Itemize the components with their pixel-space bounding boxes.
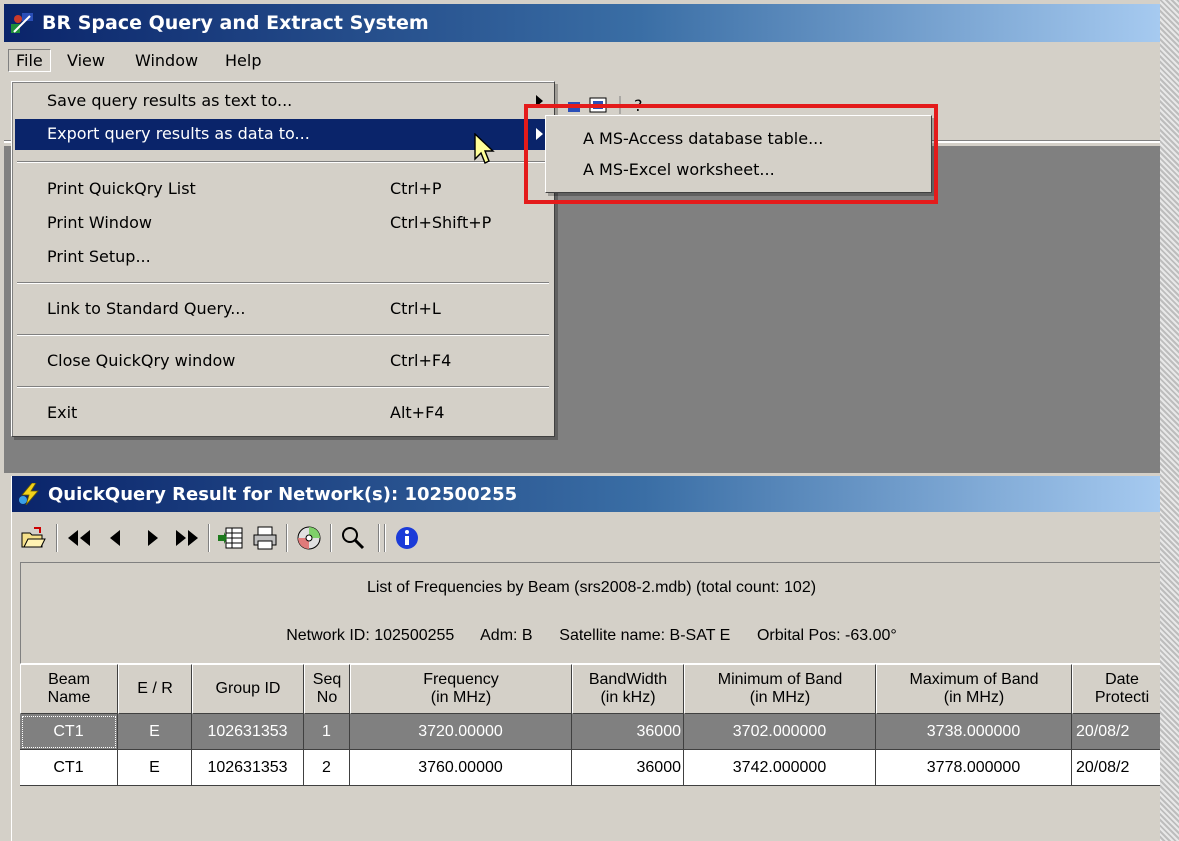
menu-item-close-quickqry[interactable]: Close QuickQry window Ctrl+F4 [15,346,551,377]
menu-view[interactable]: View [60,50,112,71]
menu-item-exit[interactable]: Exit Alt+F4 [15,398,551,429]
open-folder-icon[interactable] [20,525,46,551]
results-info-panel: List of Frequencies by Beam (srs2008-2.m… [20,562,1160,664]
menu-item-print-quickqry-list[interactable]: Print QuickQry List Ctrl+P [15,174,551,205]
cell-group-id[interactable]: 102631353 [192,714,304,750]
menu-item-save-as-text[interactable]: Save query results as text to... [15,86,551,117]
toolbar-separator [378,524,380,552]
column-header[interactable]: Minimum of Band (in MHz) [684,664,876,714]
column-header[interactable]: E / R [118,664,192,714]
cell-bandwidth[interactable]: 36000 [572,714,684,750]
cell-seq-no[interactable]: 1 [304,714,350,750]
menu-item-shortcut: Alt+F4 [390,403,445,422]
lightning-icon [19,483,39,505]
quickquery-title-bar[interactable]: QuickQuery Result for Network(s): 102500… [12,476,1160,512]
menu-item-label: Save query results as text to... [47,91,293,110]
annotation-highlight-box [524,104,938,204]
toolbar-separator [286,524,288,552]
menu-item-export-as-data[interactable]: Export query results as data to... [15,119,551,150]
results-grid[interactable]: Beam Name E / R Group ID Seq No Frequenc… [20,664,1160,841]
quickquery-title: QuickQuery Result for Network(s): 102500… [48,484,518,505]
last-record-icon[interactable] [174,525,200,551]
menu-separator [17,334,549,336]
adm-label: Adm: B [480,627,533,644]
cell-beam-name[interactable]: CT1 [20,714,118,750]
cell-date[interactable]: 20/08/2 [1072,750,1160,786]
toolbar-separator [208,524,210,552]
menu-item-print-window[interactable]: Print Window Ctrl+Shift+P [15,208,551,239]
menu-file[interactable]: File [8,49,51,72]
column-header[interactable]: Group ID [192,664,304,714]
app-satellite-icon [11,13,33,33]
info-icon[interactable] [394,525,420,551]
cell-bandwidth[interactable]: 36000 [572,750,684,786]
list-title: List of Frequencies by Beam (srs2008-2.m… [366,579,817,596]
toolbar-separator [384,524,386,552]
quickquery-toolbar [12,516,1160,560]
export-grid-icon[interactable] [218,525,244,551]
menu-window[interactable]: Window [128,50,205,71]
menu-item-label: Link to Standard Query... [47,299,246,318]
cell-group-id[interactable]: 102631353 [192,750,304,786]
cd-icon[interactable] [296,525,322,551]
column-header[interactable]: Date Protecti [1072,664,1160,714]
cell-e-r[interactable]: E [118,714,192,750]
menu-item-shortcut: Ctrl+Shift+P [390,213,492,232]
menu-item-label: Print Setup... [47,247,151,266]
menu-help[interactable]: Help [218,50,268,71]
cell-min-band[interactable]: 3702.000000 [684,714,876,750]
column-header[interactable]: Frequency (in MHz) [350,664,572,714]
menu-item-shortcut: Ctrl+F4 [390,351,452,370]
window-title: BR Space Query and Extract System [42,12,429,34]
menu-separator [17,386,549,388]
cell-max-band[interactable]: 3778.000000 [876,750,1072,786]
print-icon[interactable] [252,525,278,551]
satellite-name: Satellite name: B-SAT E [559,627,731,644]
column-header[interactable]: Seq No [304,664,350,714]
menu-item-label: Print Window [47,213,152,232]
app-window: BR Space Query and Extract System File V… [0,0,1160,841]
next-record-icon[interactable] [140,525,166,551]
menu-bar: File View Window Help [4,44,1160,78]
menu-item-link-standard-query[interactable]: Link to Standard Query... Ctrl+L [15,294,551,325]
menu-item-shortcut: Ctrl+L [390,299,441,318]
toolbar-separator [330,524,332,552]
cell-max-band[interactable]: 3738.000000 [876,714,1072,750]
network-info-line: Network ID: 102500255 Adm: B Satellite n… [21,627,1160,645]
cell-seq-no[interactable]: 2 [304,750,350,786]
menu-item-shortcut: Ctrl+P [390,179,442,198]
title-bar[interactable]: BR Space Query and Extract System [4,4,1160,42]
cell-e-r[interactable]: E [118,750,192,786]
column-header[interactable]: Maximum of Band (in MHz) [876,664,1072,714]
cell-date[interactable]: 20/08/2 [1072,714,1160,750]
menu-item-label: Export query results as data to... [47,124,310,143]
previous-record-icon[interactable] [104,525,130,551]
menu-item-label: Print QuickQry List [47,179,196,198]
cell-beam-name[interactable]: CT1 [20,750,118,786]
orbital-position: Orbital Pos: -63.00° [756,627,897,644]
first-record-icon[interactable] [66,525,92,551]
mouse-cursor-icon [474,133,495,164]
table-row-partial[interactable] [20,786,1160,822]
cell-frequency[interactable]: 3720.00000 [350,714,572,750]
search-icon[interactable] [340,525,366,551]
table-row[interactable]: CT1 E 102631353 1 3720.00000 36000 3702.… [20,714,1160,750]
cell-frequency[interactable]: 3760.00000 [350,750,572,786]
menu-item-label: Close QuickQry window [47,351,236,370]
network-id: Network ID: 102500255 [286,627,455,644]
toolbar-separator [56,524,58,552]
table-row[interactable]: CT1 E 102631353 2 3760.00000 36000 3742.… [20,750,1160,786]
menu-item-print-setup[interactable]: Print Setup... [15,242,551,273]
menu-separator [17,161,549,163]
column-header[interactable]: BandWidth (in kHz) [572,664,684,714]
menu-item-label: Exit [47,403,78,422]
cell-min-band[interactable]: 3742.000000 [684,750,876,786]
torn-edge [1160,0,1179,841]
menu-separator [17,282,549,284]
column-header[interactable]: Beam Name [20,664,118,714]
quickquery-window: QuickQuery Result for Network(s): 102500… [11,476,1160,841]
